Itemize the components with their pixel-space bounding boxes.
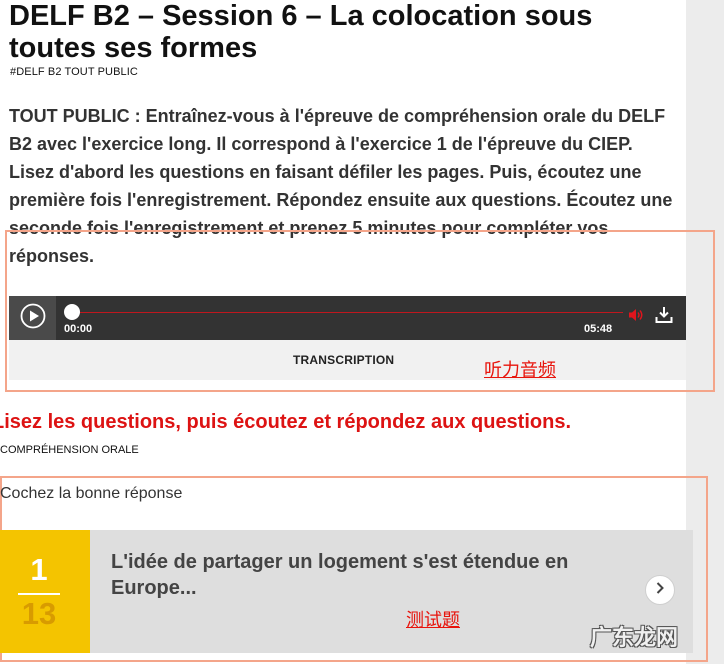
transcription-button[interactable]: TRANSCRIPTION — [293, 353, 394, 367]
annotation-audio-label[interactable]: 听力音频 — [484, 356, 556, 382]
download-icon[interactable] — [654, 305, 674, 330]
question-total: 13 — [21, 596, 57, 631]
audio-progress-handle[interactable] — [64, 304, 80, 320]
audio-player: 00:00 05:48 — [9, 296, 686, 340]
volume-icon[interactable] — [628, 307, 644, 328]
question-text: L'idée de partager un logement s'est éte… — [111, 551, 569, 599]
question-counter-divider — [18, 593, 60, 595]
question-number: 1 — [30, 552, 48, 587]
play-button[interactable] — [9, 296, 56, 340]
audio-progress-track[interactable] — [67, 312, 623, 313]
audio-current-time: 00:00 — [64, 323, 93, 335]
questions-heading: Lisez les questions, puis écoutez et rép… — [0, 411, 572, 433]
transcription-row: TRANSCRIPTION — [9, 340, 686, 380]
audio-total-time: 05:48 — [584, 323, 613, 335]
section-label: COMPRÉHENSION ORALE — [0, 444, 139, 456]
chevron-right-icon — [653, 581, 667, 600]
question-counter-panel — [0, 530, 90, 653]
next-question-button[interactable] — [645, 575, 675, 605]
annotation-quiz-label[interactable]: 测试题 — [406, 606, 460, 632]
watermark-logo: 广东龙网 — [590, 626, 679, 651]
page-title: DELF B2 – Session 6 – La colocation sous… — [9, 0, 593, 64]
quiz-instruction: Cochez la bonne réponse — [0, 485, 183, 502]
article-tag[interactable]: #DELF B2 TOUT PUBLIC — [10, 66, 138, 78]
play-icon — [20, 303, 46, 334]
